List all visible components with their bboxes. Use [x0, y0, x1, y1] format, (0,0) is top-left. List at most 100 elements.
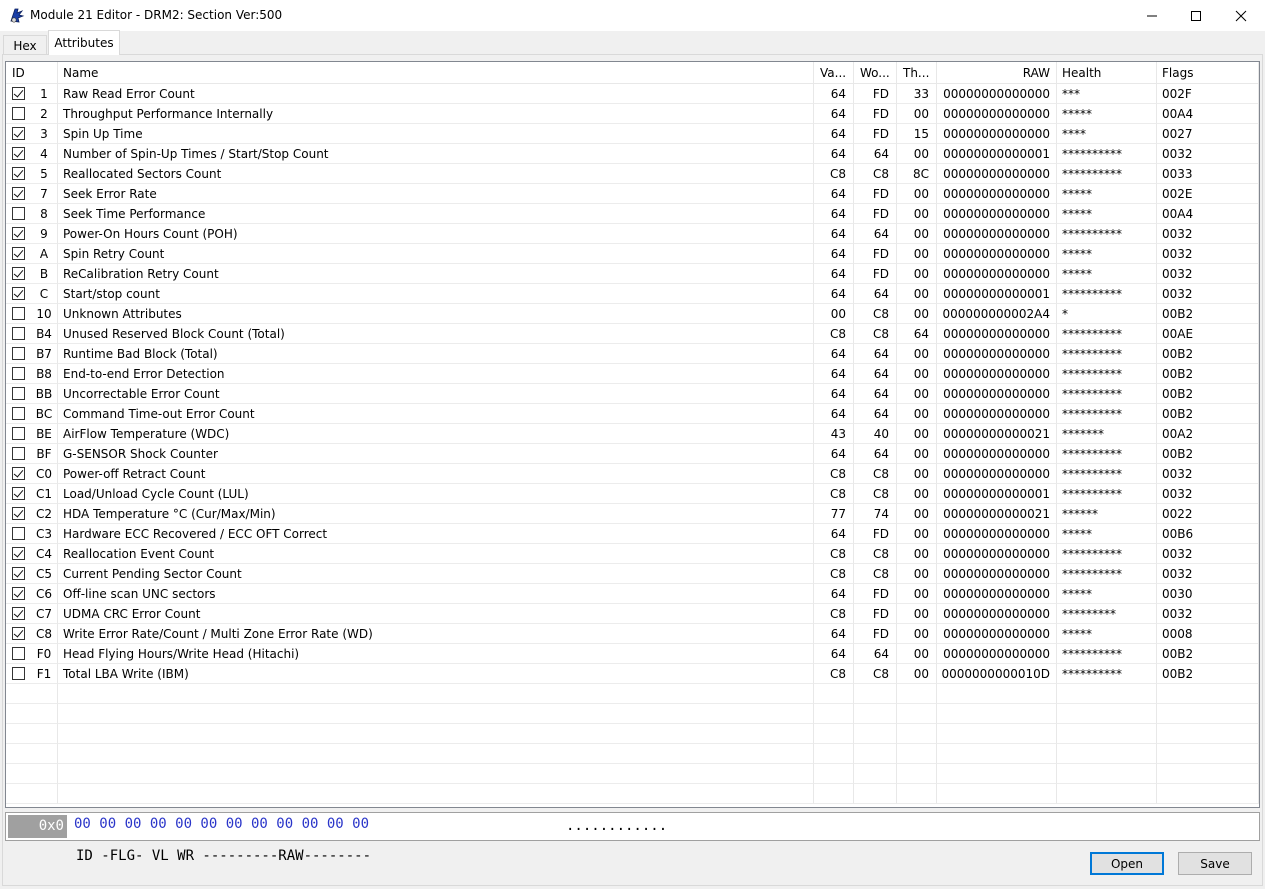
table-row[interactable]: 8 Seek Time Performance 64 FD 00 000000000000… — [6, 204, 1259, 224]
row-health[interactable]: ***** — [1057, 264, 1157, 284]
row-worst[interactable]: 74 — [854, 504, 897, 524]
row-name[interactable]: Power-off Retract Count — [58, 464, 814, 484]
row-value[interactable]: 64 — [814, 584, 854, 604]
row-raw[interactable]: 00000000000001 — [937, 144, 1057, 164]
row-flags[interactable]: 00B2 — [1157, 304, 1259, 324]
row-checkbox[interactable] — [12, 287, 25, 300]
row-threshold[interactable]: 00 — [897, 204, 937, 224]
row-threshold[interactable]: 00 — [897, 624, 937, 644]
row-raw[interactable]: 00000000000000 — [937, 124, 1057, 144]
row-checkbox[interactable] — [12, 427, 25, 440]
row-health[interactable]: ***** — [1057, 184, 1157, 204]
row-name[interactable]: HDA Temperature °C (Cur/Max/Min) — [58, 504, 814, 524]
row-raw[interactable]: 00000000000000 — [937, 264, 1057, 284]
row-raw[interactable]: 00000000000000 — [937, 564, 1057, 584]
row-name[interactable]: Unknown Attributes — [58, 304, 814, 324]
row-value[interactable]: 00 — [814, 304, 854, 324]
row-value[interactable]: 64 — [814, 404, 854, 424]
row-raw[interactable]: 00000000000000 — [937, 344, 1057, 364]
row-health[interactable]: ********** — [1057, 144, 1157, 164]
row-worst[interactable]: FD — [854, 84, 897, 104]
row-threshold[interactable]: 00 — [897, 184, 937, 204]
row-threshold[interactable]: 00 — [897, 544, 937, 564]
row-checkbox[interactable] — [12, 527, 25, 540]
table-row[interactable]: 7 Seek Error Rate 64 FD 00 00000000000000 ****… — [6, 184, 1259, 204]
row-health[interactable]: ********** — [1057, 444, 1157, 464]
table-row[interactable]: 10 Unknown Attributes 00 C8 00 000000000002A4… — [6, 304, 1259, 324]
row-checkbox[interactable] — [12, 547, 25, 560]
row-raw[interactable]: 00000000000000 — [937, 584, 1057, 604]
row-worst[interactable]: FD — [854, 264, 897, 284]
row-name[interactable]: UDMA CRC Error Count — [58, 604, 814, 624]
row-value[interactable]: 64 — [814, 624, 854, 644]
row-value[interactable]: 64 — [814, 644, 854, 664]
tab-attributes[interactable]: Attributes — [48, 30, 120, 55]
row-threshold[interactable]: 00 — [897, 284, 937, 304]
row-flags[interactable]: 00B2 — [1157, 404, 1259, 424]
table-row[interactable]: 1 Raw Read Error Count 64 FD 33 0000000000000… — [6, 84, 1259, 104]
row-threshold[interactable]: 00 — [897, 224, 937, 244]
open-button[interactable]: Open — [1090, 852, 1164, 875]
row-health[interactable]: ********** — [1057, 344, 1157, 364]
row-health[interactable]: ********** — [1057, 324, 1157, 344]
row-value[interactable]: C8 — [814, 164, 854, 184]
table-row[interactable]: F1 Total LBA Write (IBM) C8 C8 00 00000000000… — [6, 664, 1259, 684]
row-flags[interactable]: 00A4 — [1157, 204, 1259, 224]
row-worst[interactable]: 64 — [854, 364, 897, 384]
row-health[interactable]: ********** — [1057, 644, 1157, 664]
table-row[interactable]: F0 Head Flying Hours/Write Head (Hitachi)… — [6, 644, 1259, 664]
table-row[interactable]: C5 Current Pending Sector Count C8 C8 00 0000… — [6, 564, 1259, 584]
row-worst[interactable]: C8 — [854, 564, 897, 584]
row-name[interactable]: Power-On Hours Count (POH) — [58, 224, 814, 244]
row-raw[interactable]: 00000000000021 — [937, 424, 1057, 444]
row-raw[interactable]: 00000000000000 — [937, 544, 1057, 564]
row-checkbox[interactable] — [12, 647, 25, 660]
row-threshold[interactable]: 00 — [897, 404, 937, 424]
row-checkbox[interactable] — [12, 87, 25, 100]
row-name[interactable]: Total LBA Write (IBM) — [58, 664, 814, 684]
row-raw[interactable]: 000000000002A4 — [937, 304, 1057, 324]
table-row[interactable]: C1 Load/Unload Cycle Count (LUL) C8 C8 00 000… — [6, 484, 1259, 504]
row-name[interactable]: Raw Read Error Count — [58, 84, 814, 104]
row-threshold[interactable]: 00 — [897, 644, 937, 664]
row-name[interactable]: Load/Unload Cycle Count (LUL) — [58, 484, 814, 504]
row-worst[interactable]: FD — [854, 244, 897, 264]
row-checkbox[interactable] — [12, 447, 25, 460]
row-flags[interactable]: 0032 — [1157, 284, 1259, 304]
row-raw[interactable]: 00000000000001 — [937, 284, 1057, 304]
row-raw[interactable]: 00000000000000 — [937, 184, 1057, 204]
col-threshold-header[interactable]: Th... — [897, 62, 937, 84]
row-raw[interactable]: 00000000000000 — [937, 444, 1057, 464]
row-worst[interactable]: FD — [854, 124, 897, 144]
row-value[interactable]: 64 — [814, 444, 854, 464]
row-health[interactable]: ***** — [1057, 244, 1157, 264]
row-checkbox[interactable] — [12, 567, 25, 580]
row-value[interactable]: 64 — [814, 204, 854, 224]
row-name[interactable]: Runtime Bad Block (Total) — [58, 344, 814, 364]
row-name[interactable]: Unused Reserved Block Count (Total) — [58, 324, 814, 344]
tab-hex[interactable]: Hex — [3, 35, 47, 55]
row-raw[interactable]: 00000000000000 — [937, 404, 1057, 424]
row-health[interactable]: ***** — [1057, 624, 1157, 644]
row-raw[interactable]: 00000000000000 — [937, 324, 1057, 344]
table-row[interactable]: 4 Number of Spin-Up Times / Start/Stop Co… — [6, 144, 1259, 164]
col-health-header[interactable]: Health — [1057, 62, 1157, 84]
table-row[interactable]: A Spin Retry Count 64 FD 00 00000000000000 ***… — [6, 244, 1259, 264]
row-flags[interactable]: 00B6 — [1157, 524, 1259, 544]
row-raw[interactable]: 00000000000000 — [937, 604, 1057, 624]
row-worst[interactable]: 64 — [854, 444, 897, 464]
table-row[interactable]: 5 Reallocated Sectors Count C8 C8 8C 00000000… — [6, 164, 1259, 184]
row-threshold[interactable]: 00 — [897, 104, 937, 124]
col-worst-header[interactable]: Wo... — [854, 62, 897, 84]
row-name[interactable]: Spin Retry Count — [58, 244, 814, 264]
row-threshold[interactable]: 00 — [897, 444, 937, 464]
row-threshold[interactable]: 64 — [897, 324, 937, 344]
row-raw[interactable]: 00000000000000 — [937, 644, 1057, 664]
row-worst[interactable]: C8 — [854, 164, 897, 184]
row-worst[interactable]: FD — [854, 524, 897, 544]
row-value[interactable]: 64 — [814, 84, 854, 104]
row-flags[interactable]: 00A2 — [1157, 424, 1259, 444]
table-row[interactable]: BE AirFlow Temperature (WDC) 43 40 00 0000000… — [6, 424, 1259, 444]
row-name[interactable]: Current Pending Sector Count — [58, 564, 814, 584]
row-name[interactable]: G-SENSOR Shock Counter — [58, 444, 814, 464]
